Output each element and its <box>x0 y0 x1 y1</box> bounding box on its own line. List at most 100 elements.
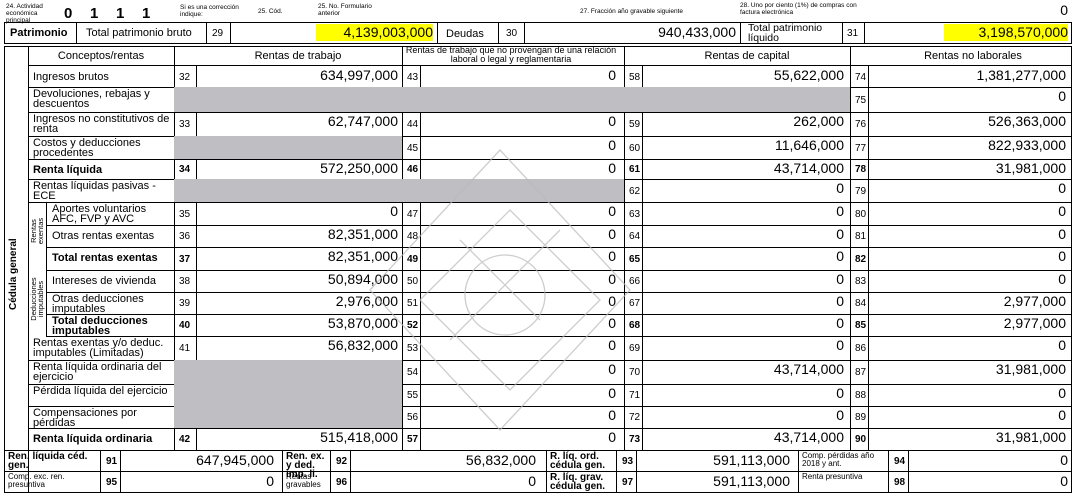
field-value: 0 <box>1058 407 1066 423</box>
row-label: Pérdida líquida del ejercicio <box>33 385 168 397</box>
header-trabajo: Rentas de trabajo <box>254 50 342 62</box>
field-code: 41 <box>179 343 191 354</box>
field-value: 0 <box>608 67 616 83</box>
header-no-laboral: Rentas de trabajo que no provengan de un… <box>405 45 617 64</box>
field-code: 38 <box>179 276 191 287</box>
activity-digit: 0 <box>64 5 73 22</box>
row-label: Otras deducciones imputables <box>52 293 144 315</box>
field-code: 43 <box>407 71 419 83</box>
side-cedula-general: Cédula general <box>8 238 19 310</box>
field-24-label: 24. Actividad económica principal <box>6 3 43 24</box>
row-label: Compensaciones por pérdidas <box>33 407 137 429</box>
field-value: 2,977,000 <box>1003 315 1066 331</box>
field-value: 0 <box>1058 203 1066 219</box>
field-value: 2,977,000 <box>1003 293 1066 309</box>
field-code: 32 <box>179 71 191 83</box>
field-code: 35 <box>179 208 191 220</box>
field-code: 83 <box>855 276 867 287</box>
patrimonio-liquido-value: 3,198,570,000 <box>944 24 1068 41</box>
activity-digit: 1 <box>90 5 99 22</box>
header-no-laborales: Rentas no laborales <box>924 50 1022 62</box>
one-percent-value: 0 <box>1060 2 1068 18</box>
side-deducciones: Deducciones imputables <box>29 277 45 321</box>
field-code: 37 <box>179 253 191 265</box>
summary-code: 91 <box>106 456 118 467</box>
code-31: 31 <box>847 28 859 39</box>
field-value: 31,981,000 <box>995 361 1066 377</box>
watermark <box>369 149 631 431</box>
patrimonio-title: Patrimonio <box>10 27 68 39</box>
field-code: 79 <box>855 185 867 197</box>
header-conceptos: Conceptos/rentas <box>57 50 145 62</box>
row-label: Costos y deducciones procedentes <box>33 137 141 159</box>
cod-label: 25. Cód. <box>258 8 283 15</box>
summary-value: 647,945,000 <box>196 452 274 468</box>
row-label: Intereses de vivienda <box>52 275 156 287</box>
field-value: 1,381,277,000 <box>976 67 1066 83</box>
field-code: 75 <box>855 94 867 106</box>
side-rentas-exentas: Rentas exentas <box>29 217 45 245</box>
field-code: 89 <box>855 412 867 423</box>
field-value: 0 <box>1058 226 1066 242</box>
field-value: 822,933,000 <box>988 137 1066 153</box>
summary-label: Comp. exc. ren. presuntiva <box>8 472 65 489</box>
field-code: 80 <box>855 208 867 220</box>
field-value: 31,981,000 <box>995 429 1066 445</box>
row-label: Rentas líquidas pasivas - ECE <box>33 180 156 202</box>
field-code: 36 <box>179 231 191 242</box>
field-value: 0 <box>1058 88 1066 104</box>
field-code: 58 <box>629 71 641 83</box>
field-value: 0 <box>1058 180 1066 196</box>
field-code: 85 <box>855 320 867 331</box>
activity-digit: 1 <box>116 5 125 22</box>
summary-code: 95 <box>106 477 118 488</box>
field-value: 0 <box>1058 248 1066 264</box>
field-code: 39 <box>179 298 191 309</box>
field-code: 84 <box>855 298 867 309</box>
field-code: 77 <box>855 142 867 154</box>
field-value: 31,981,000 <box>995 160 1066 176</box>
summary-label: Ren. líquida céd. gen. <box>8 451 88 471</box>
field-code: 33 <box>179 119 191 130</box>
summary-value: 0 <box>266 473 274 489</box>
fraction-label: 27. Fracción año gravable siguiente <box>580 8 683 15</box>
activity-digit: 1 <box>142 5 151 22</box>
row-label: Ingresos brutos <box>33 71 109 83</box>
row-label: Devoluciones, rebajas y descuentos <box>33 88 150 110</box>
row-label: Renta líquida ordinaria del ejercicio <box>33 361 162 383</box>
header-capital: Rentas de capital <box>704 50 790 62</box>
deudas-value: 940,433,000 <box>658 24 736 40</box>
field-code: 86 <box>855 343 867 354</box>
field-code: 87 <box>855 367 867 378</box>
row-label: Renta líquida <box>33 164 103 176</box>
summary-value: 0 <box>1060 452 1068 468</box>
field-value: 634,997,000 <box>320 67 398 83</box>
patrimonio-bruto-value: 4,139,003,000 <box>316 24 433 41</box>
field-code: 88 <box>855 390 867 401</box>
field-code: 90 <box>855 434 867 445</box>
field-code: 78 <box>855 164 867 175</box>
summary-label: Comp. pérdidas año 2018 y ant. <box>802 451 875 468</box>
field-value: 0 <box>1058 385 1066 401</box>
patrimonio-bruto-label: Total patrimonio bruto <box>86 27 192 39</box>
field-value: 0 <box>1058 337 1066 353</box>
summary-code: 94 <box>894 456 906 467</box>
row-label: Renta líquida ordinaria <box>33 433 153 445</box>
field-code: 76 <box>855 119 867 130</box>
code-30: 30 <box>506 28 518 39</box>
patrimonio-liquido-label: Total patrimonio líquido <box>748 22 823 44</box>
row-label: Aportes voluntarios AFC, FVP y AVC <box>52 203 147 225</box>
field-value: 0 <box>1058 271 1066 287</box>
field-value: 55,622,000 <box>773 67 844 83</box>
code-29: 29 <box>212 28 224 39</box>
field-code: 42 <box>179 434 191 445</box>
field-code: 74 <box>855 71 867 83</box>
summary-label: Renta presuntiva <box>802 472 863 481</box>
field-code: 34 <box>179 164 191 175</box>
deudas-label: Deudas <box>446 28 484 40</box>
row-label: Total rentas exentas <box>52 252 158 264</box>
one-percent-label: 28. Uno por ciento (1%) de compras con f… <box>740 2 857 16</box>
correction-label: Si es una corrección indique: <box>180 4 239 18</box>
summary-value: 0 <box>1060 473 1068 489</box>
field-code: 81 <box>855 231 867 242</box>
